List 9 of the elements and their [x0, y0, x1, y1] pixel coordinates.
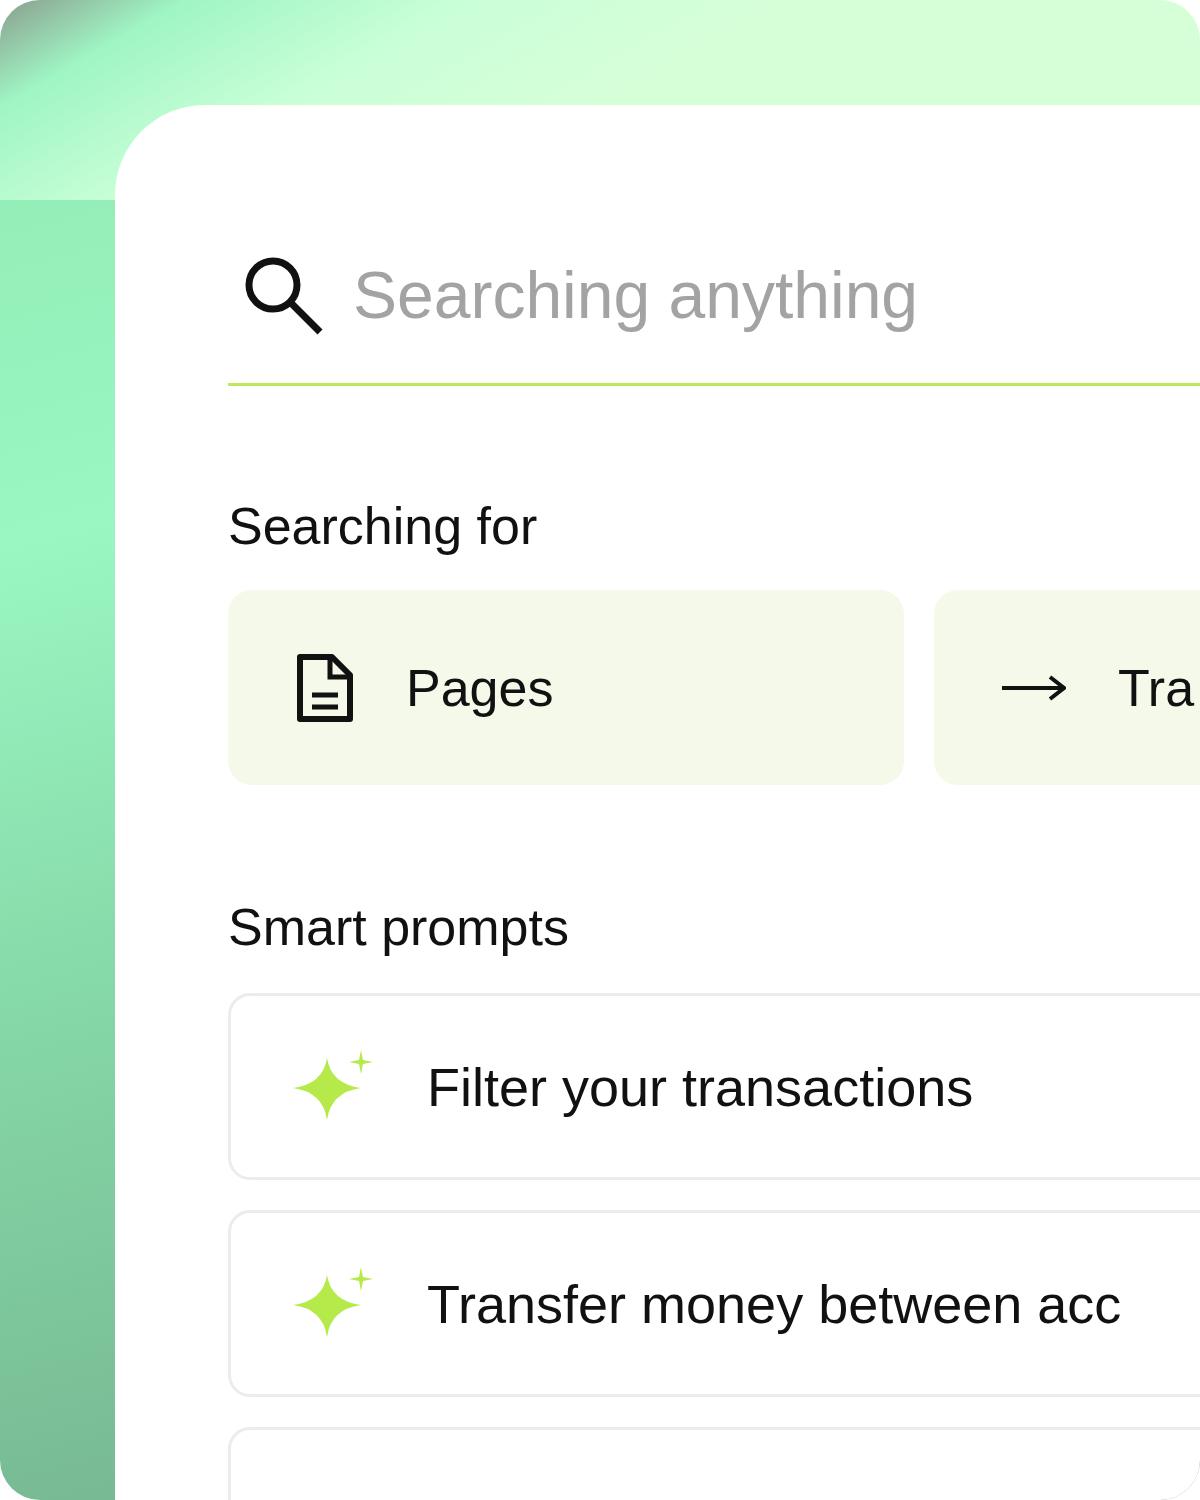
section-heading: Searching for — [228, 496, 539, 556]
search-icon — [243, 255, 323, 335]
prompt-item[interactable]: Transfer money between acc — [228, 1210, 1200, 1397]
category-chip[interactable]: Pages — [228, 590, 904, 785]
prompt-item[interactable]: Filter your transactions — [228, 993, 1200, 1180]
section-heading: Smart prompts — [228, 897, 570, 957]
search-field[interactable]: Searching anything — [353, 257, 1113, 333]
category-chip[interactable]: Tra — [934, 590, 1200, 785]
document-icon — [296, 652, 354, 723]
